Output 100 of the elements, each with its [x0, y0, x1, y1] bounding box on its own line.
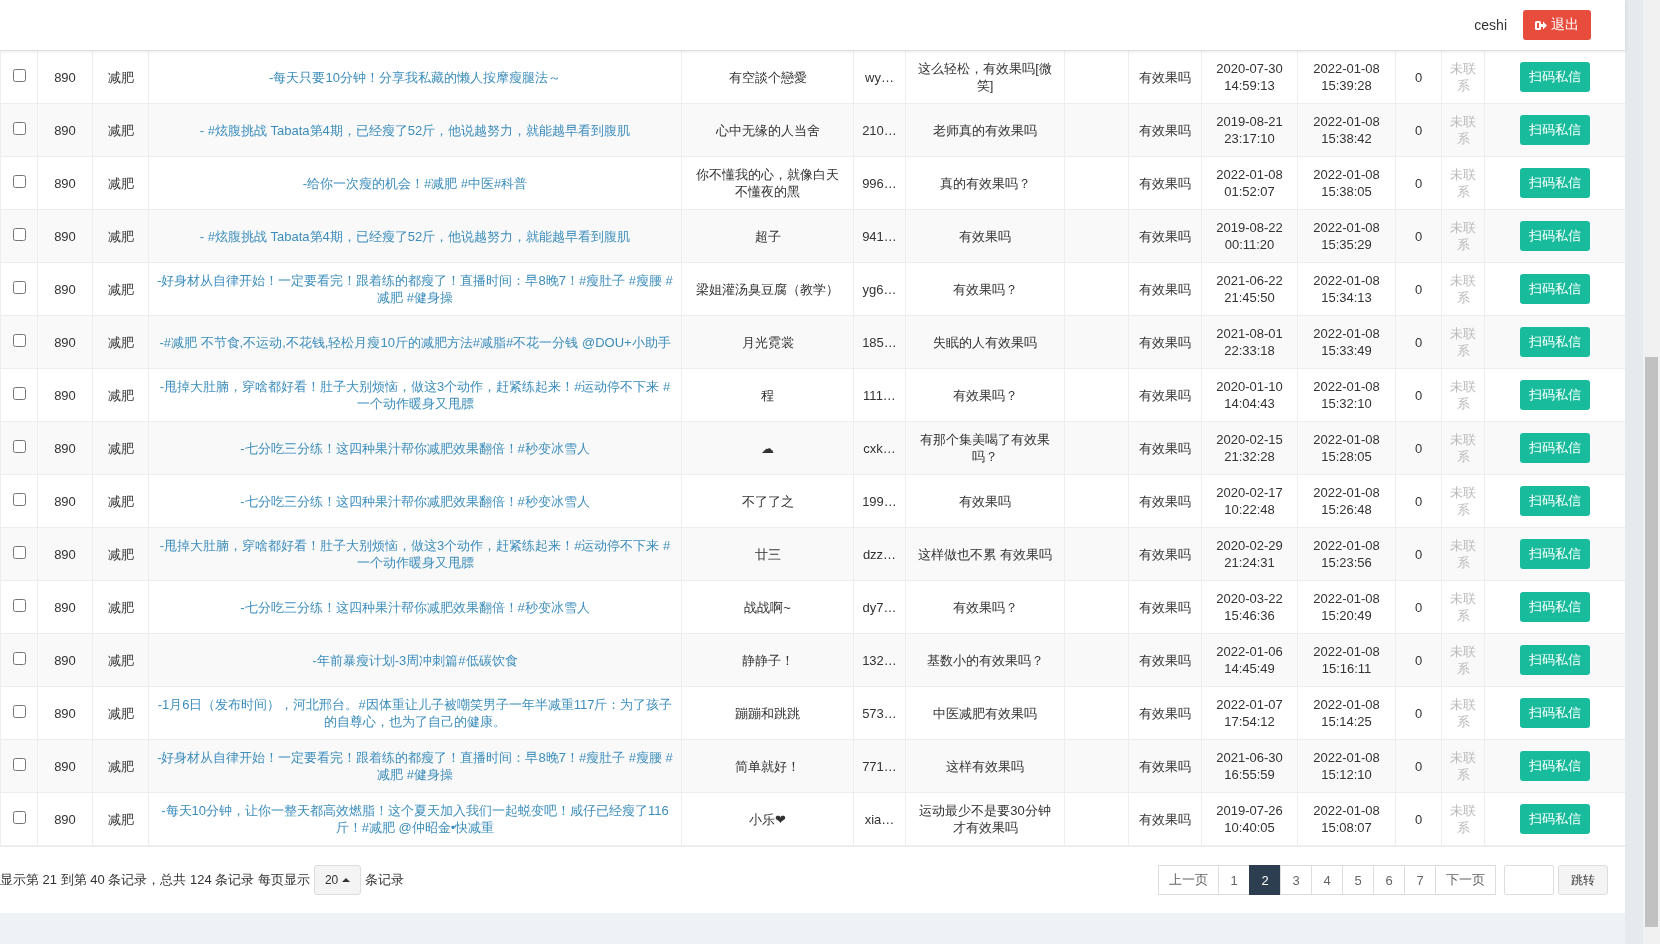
created-time-cell: 2022-01-08 01:52:07 [1216, 167, 1283, 199]
count-cell: 0 [1414, 811, 1423, 827]
page-button[interactable]: 2 [1249, 865, 1281, 895]
comment-cell: 失眠的人有效果吗 [933, 334, 1037, 350]
page-button[interactable]: 3 [1280, 865, 1312, 895]
scan-message-button[interactable]: 扫码私信 [1520, 221, 1590, 251]
nickname-cell: 你不懂我的心，就像白天不懂夜的黑 [696, 167, 839, 199]
updated-time-cell: 2022-01-08 15:20:49 [1313, 591, 1380, 623]
category-cell: 减肥 [107, 493, 134, 509]
comment-cell: 有效果吗？ [952, 599, 1018, 615]
id-cell: 890 [54, 175, 76, 191]
nickname-cell: 超子 [754, 228, 781, 244]
row-checkbox[interactable] [12, 545, 26, 559]
comment-cell: 运动最少不是要30分钟才有效果吗 [919, 803, 1051, 835]
scan-message-button[interactable]: 扫码私信 [1520, 433, 1590, 463]
comment-cell: 有效果吗 [959, 228, 1011, 244]
id-cell: 890 [54, 69, 76, 85]
scan-message-button[interactable]: 扫码私信 [1520, 62, 1590, 92]
page-button[interactable]: 7 [1404, 865, 1436, 895]
count-cell: 0 [1414, 652, 1423, 668]
comment-cell: 中医减肥有效果吗 [933, 705, 1037, 721]
row-checkbox[interactable] [12, 598, 26, 612]
row-checkbox[interactable] [12, 386, 26, 400]
scan-message-button[interactable]: 扫码私信 [1520, 751, 1590, 781]
user-id-cell: dy7… [862, 599, 897, 615]
category-cell: 减肥 [107, 122, 134, 138]
nickname-cell: 月光霓裳 [741, 334, 794, 350]
scan-message-button[interactable]: 扫码私信 [1520, 698, 1590, 728]
row-checkbox[interactable] [12, 810, 26, 824]
user-id-cell: 996… [862, 175, 897, 191]
updated-time-cell: 2022-01-08 15:16:11 [1313, 644, 1380, 676]
row-checkbox[interactable] [12, 704, 26, 718]
status-cell: 未联系 [1450, 167, 1476, 199]
created-time-cell: 2019-08-21 23:17:10 [1216, 114, 1283, 146]
status-cell: 未联系 [1450, 61, 1476, 93]
keyword-cell: 有效果吗 [1139, 705, 1191, 721]
row-checkbox[interactable] [12, 68, 26, 82]
created-time-cell: 2022-01-06 14:45:49 [1216, 644, 1283, 676]
id-cell: 890 [54, 122, 76, 138]
title-link[interactable]: -每天只要10分钟！分享我私藏的懒人按摩瘦腿法～ [269, 68, 561, 86]
row-checkbox[interactable] [12, 174, 26, 188]
row-checkbox[interactable] [12, 121, 26, 135]
logout-button[interactable]: 退出 [1523, 10, 1591, 40]
user-id-cell: cxk… [863, 440, 896, 456]
sign-out-icon [1535, 19, 1547, 31]
keyword-cell: 有效果吗 [1139, 758, 1191, 774]
records-label: 条记录 [365, 871, 405, 889]
row-checkbox[interactable] [12, 651, 26, 665]
page-button[interactable]: 6 [1373, 865, 1405, 895]
scan-message-button[interactable]: 扫码私信 [1520, 274, 1590, 304]
count-cell: 0 [1414, 228, 1423, 244]
user-id-cell: 771… [862, 758, 897, 774]
category-cell: 减肥 [107, 281, 134, 297]
comment-cell: 有效果吗？ [952, 387, 1018, 403]
nickname-cell: 心中无缘的人当舍 [715, 122, 820, 138]
row-checkbox[interactable] [12, 757, 26, 771]
count-cell: 0 [1414, 599, 1423, 615]
jump-button[interactable]: 跳转 [1558, 865, 1608, 895]
scan-message-button[interactable]: 扫码私信 [1520, 486, 1590, 516]
created-time-cell: 2021-06-30 16:55:59 [1216, 750, 1283, 782]
created-time-cell: 2020-07-30 14:59:13 [1216, 61, 1283, 93]
row-checkbox[interactable] [12, 333, 26, 347]
page-button[interactable]: 4 [1311, 865, 1343, 895]
page-size-dropdown[interactable]: 20 [313, 865, 362, 895]
id-cell: 890 [54, 652, 76, 668]
count-cell: 0 [1414, 546, 1423, 562]
updated-time-cell: 2022-01-08 15:38:42 [1313, 114, 1380, 146]
scrollbar[interactable] [1625, 0, 1660, 944]
count-cell: 0 [1414, 281, 1423, 297]
page-button[interactable]: 5 [1342, 865, 1374, 895]
user-id-cell: 573… [862, 705, 897, 721]
scan-message-button[interactable]: 扫码私信 [1520, 168, 1590, 198]
scan-message-button[interactable]: 扫码私信 [1520, 804, 1590, 834]
page-button[interactable]: 1 [1218, 865, 1250, 895]
user-id-cell: xia… [864, 811, 895, 827]
title-link[interactable]: -给你一次瘦的机会！#减肥 #中医#科普 [302, 174, 528, 192]
page-button[interactable]: 上一页 [1158, 865, 1219, 895]
created-time-cell: 2020-02-29 21:24:31 [1216, 538, 1283, 570]
category-cell: 减肥 [107, 175, 134, 191]
row-checkbox[interactable] [12, 439, 26, 453]
page-number-field[interactable] [1504, 865, 1554, 895]
scan-message-button[interactable]: 扫码私信 [1520, 645, 1590, 675]
title-link[interactable]: -年前暴瘦计划-3周冲刺篇#低碳饮食 [312, 651, 518, 669]
category-cell: 减肥 [107, 652, 134, 668]
row-checkbox[interactable] [12, 492, 26, 506]
scan-message-button[interactable]: 扫码私信 [1520, 592, 1590, 622]
id-cell: 890 [54, 811, 76, 827]
row-checkbox[interactable] [12, 227, 26, 241]
created-time-cell: 2020-02-15 21:32:28 [1216, 432, 1283, 464]
scan-message-button[interactable]: 扫码私信 [1520, 115, 1590, 145]
page-button[interactable]: 下一页 [1435, 865, 1496, 895]
category-cell: 减肥 [107, 811, 134, 827]
scan-message-button[interactable]: 扫码私信 [1520, 380, 1590, 410]
created-time-cell: 2021-08-01 22:33:18 [1216, 326, 1283, 358]
id-cell: 890 [54, 334, 76, 350]
row-checkbox[interactable] [12, 280, 26, 294]
scan-message-button[interactable]: 扫码私信 [1520, 327, 1590, 357]
count-cell: 0 [1414, 705, 1423, 721]
scan-message-button[interactable]: 扫码私信 [1520, 539, 1590, 569]
comment-cell: 有效果吗？ [952, 281, 1018, 297]
